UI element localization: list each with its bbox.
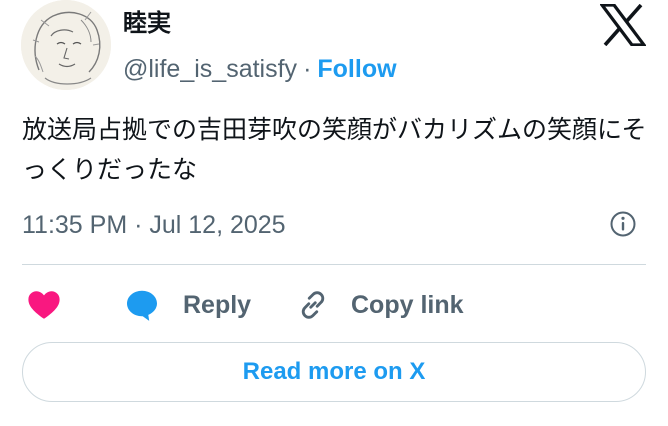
handle-row: @life_is_satisfy · Follow [123,53,397,85]
link-icon [301,291,325,319]
embedded-tweet-card: 睦実 @life_is_satisfy · Follow 放送局占拠での吉田芽吹の笑… [0,0,668,426]
avatar-sketch-image [21,0,111,90]
like-button[interactable] [26,282,62,328]
tweet-timestamp[interactable]: 11:35 PM · Jul 12, 2025 [22,206,286,244]
info-icon[interactable] [609,210,637,238]
reply-label: Reply [183,290,252,319]
read-more-button[interactable]: Read more on X [22,342,646,402]
action-bar: Reply Copy link [0,282,668,328]
copy-link-button[interactable]: Copy link [295,282,464,328]
reply-button[interactable]: Reply [123,282,251,328]
avatar[interactable] [21,0,111,90]
separator-dot: · [303,55,312,83]
x-logo-icon[interactable] [600,4,646,46]
user-handle[interactable]: @life_is_satisfy [123,55,297,83]
read-more-label: Read more on X [242,358,426,385]
speech-bubble-icon [127,290,157,321]
copy-link-label: Copy link [351,290,464,319]
follow-link[interactable]: Follow [317,55,396,83]
heart-icon [28,291,60,319]
divider [22,264,646,265]
tweet-text: 放送局占拠での吉田芽吹の笑顔がバカリズムの笑顔にそっくりだったな [22,116,647,184]
display-name[interactable]: 睦実 [123,8,171,40]
